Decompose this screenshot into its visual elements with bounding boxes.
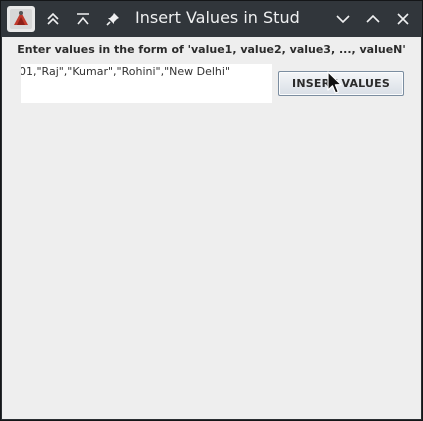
keep-below-icon[interactable]	[71, 7, 95, 31]
maximize-icon[interactable]	[361, 7, 385, 31]
title-bar[interactable]: Insert Values in Stud	[1, 1, 422, 37]
close-icon[interactable]	[391, 7, 415, 31]
instruction-label: Enter values in the form of 'value1, val…	[17, 43, 406, 56]
app-icon[interactable]	[7, 6, 35, 32]
keep-above-icon[interactable]	[41, 7, 65, 31]
content-panel: Enter values in the form of 'value1, val…	[2, 37, 421, 419]
minimize-icon[interactable]	[331, 7, 355, 31]
pin-icon[interactable]	[101, 7, 125, 31]
mouse-cursor-icon	[327, 71, 342, 94]
app-window: Insert Values in Stud Enter values in th…	[0, 0, 423, 421]
window-title: Insert Values in Stud	[135, 8, 300, 27]
values-input[interactable]	[21, 64, 272, 103]
